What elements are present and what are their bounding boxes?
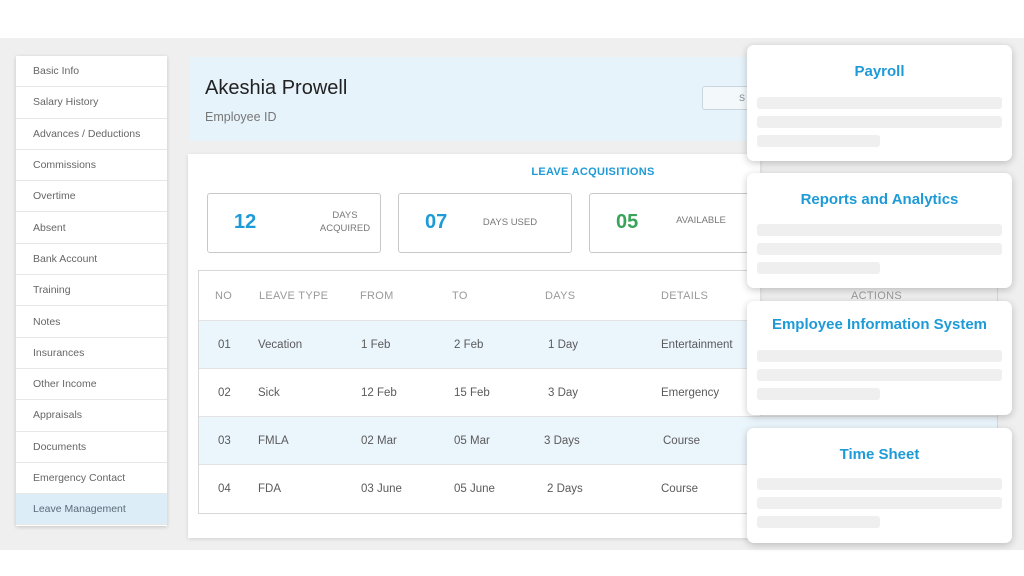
cell-to: 05 Mar [454, 434, 490, 447]
stat-value: 07 [425, 211, 448, 233]
placeholder-line [757, 516, 880, 528]
cell-leave-type: Vecation [258, 338, 303, 351]
stat-label: DAYS ACQUIRED [319, 210, 371, 234]
cell-details: Entertainment [661, 338, 733, 351]
sidebar-item-appraisals[interactable]: Appraisals [16, 400, 167, 432]
placeholder-line [757, 135, 880, 147]
stat-days-used: 07 DAYS USED [398, 193, 572, 253]
column-header-leave-type: LEAVE TYPE [259, 289, 329, 302]
column-header-from: FROM [360, 289, 394, 302]
sidebar-item-salary-history[interactable]: Salary History [16, 87, 167, 119]
cell-from: 03 June [361, 483, 402, 495]
placeholder-line [757, 350, 1002, 362]
stat-value: 05 [616, 211, 639, 233]
placeholder-line [757, 243, 1002, 255]
cell-to: 2 Feb [454, 338, 484, 351]
sidebar-item-training[interactable]: Training [16, 275, 167, 307]
placeholder-line [757, 497, 1002, 509]
sidebar-item-emergency-contact[interactable]: Emergency Contact [16, 463, 167, 495]
sidebar-item-basic-info[interactable]: Basic Info [16, 56, 167, 88]
cell-no: 01 [218, 338, 231, 351]
column-header-no: NO [215, 289, 233, 302]
cell-days: 2 Days [547, 483, 583, 495]
cell-no: 04 [218, 483, 231, 495]
stat-days-acquired: 12 DAYS ACQUIRED [207, 193, 381, 253]
placeholder-line [757, 262, 880, 274]
sidebar-item-bank-account[interactable]: Bank Account [16, 244, 167, 276]
cell-from: 02 Mar [361, 434, 397, 447]
column-header-details: DETAILS [661, 289, 709, 302]
cell-from: 1 Feb [361, 338, 391, 351]
placeholder-line [757, 369, 1002, 381]
leave-panel: LEAVE ACQUISITIONS 12 DAYS ACQUIRED 07 D… [188, 154, 998, 538]
placeholder-line [757, 388, 880, 400]
column-header-to: TO [452, 289, 468, 302]
module-title: Employee Information System [771, 316, 988, 333]
module-card-employee-information-system[interactable]: Employee Information System [747, 301, 1012, 415]
cell-to: 05 June [454, 483, 495, 495]
sidebar-item-advances-deductions[interactable]: Advances / Deductions [16, 119, 167, 150]
sidebar-item-other-income[interactable]: Other Income [16, 369, 167, 401]
cell-days: 1 Day [548, 338, 579, 351]
module-title: Time Sheet [839, 446, 920, 463]
cell-from: 12 Feb [361, 386, 397, 399]
module-title: Payroll [854, 63, 905, 80]
placeholder-line [757, 478, 1002, 490]
sidebar-item-documents[interactable]: Documents [16, 432, 167, 463]
stat-label: DAYS USED [482, 217, 538, 228]
cell-details: Course [661, 483, 699, 495]
sidebar-item-overtime[interactable]: Overtime [16, 181, 167, 213]
employee-header: Akeshia Prowell Employee ID S [190, 57, 762, 141]
employee-id-label: Employee ID [205, 110, 277, 124]
cell-no: 02 [218, 386, 231, 399]
placeholder-line [757, 116, 1002, 128]
cell-leave-type: Sick [258, 386, 280, 399]
column-header-days: DAYS [545, 289, 576, 302]
module-card-payroll[interactable]: Payroll [747, 45, 1012, 161]
stat-available: 05 AVAILABLE [589, 193, 763, 253]
placeholder-line [757, 97, 1002, 109]
stat-value: 12 [234, 211, 257, 233]
module-card-time-sheet[interactable]: Time Sheet [747, 428, 1012, 543]
employee-name: Akeshia Prowell [205, 77, 348, 99]
cell-days: 3 Day [548, 386, 579, 399]
sidebar-item-insurances[interactable]: Insurances [16, 338, 167, 369]
cell-details: Emergency [661, 386, 720, 399]
cell-to: 15 Feb [454, 386, 490, 399]
stat-label: AVAILABLE [676, 215, 726, 226]
cell-no: 03 [218, 434, 231, 447]
cell-leave-type: FDA [258, 483, 281, 495]
cell-days: 3 Days [544, 434, 580, 447]
sidebar-item-commissions[interactable]: Commissions [16, 150, 167, 182]
module-title: Reports and Analytics [800, 191, 959, 208]
sidebar-item-notes[interactable]: Notes [16, 306, 167, 338]
sidebar: Basic Info Salary History Advances / Ded… [16, 56, 167, 526]
cell-leave-type: FMLA [258, 434, 289, 447]
sidebar-item-absent[interactable]: Absent [16, 212, 167, 244]
placeholder-line [757, 224, 1002, 236]
cell-details: Course [663, 434, 701, 447]
module-card-reports-analytics[interactable]: Reports and Analytics [747, 173, 1012, 288]
sidebar-item-leave-management[interactable]: Leave Management [16, 494, 167, 526]
